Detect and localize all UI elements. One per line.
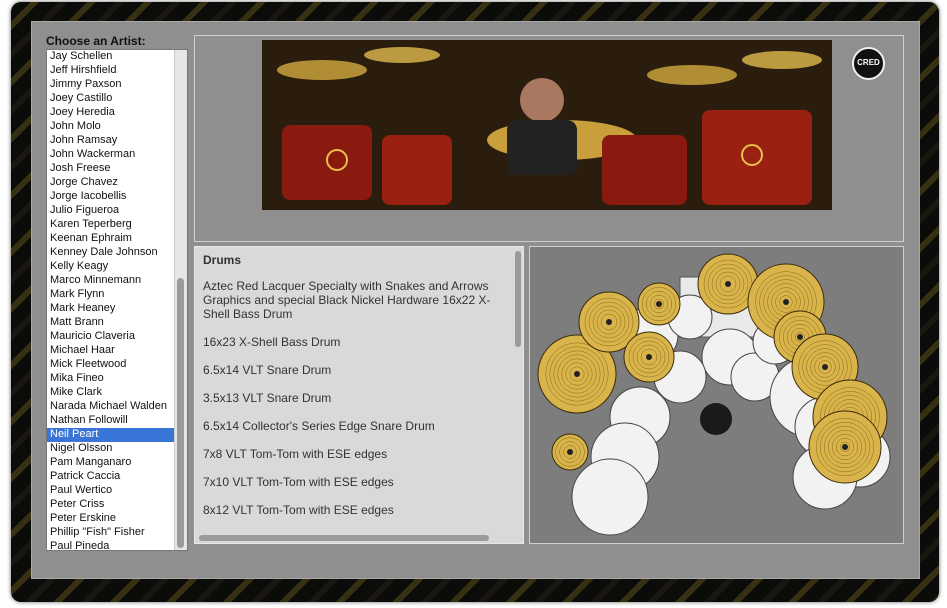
cymbal-bell [646, 354, 652, 360]
cymbal-bell [574, 371, 580, 377]
artist-list-item[interactable]: Pam Manganaro [47, 456, 174, 470]
artist-list-item[interactable]: Michael Haar [47, 344, 174, 358]
artist-list-item[interactable]: Narada Michael Walden [47, 400, 174, 414]
artist-list-item[interactable]: Nigel Olsson [47, 442, 174, 456]
artist-list-item[interactable]: John Wackerman [47, 148, 174, 162]
cymbal-bell [797, 334, 803, 340]
drum-item: 6.5x14 Collector's Series Edge Snare Dru… [203, 419, 435, 433]
artist-list-item[interactable]: Jorge Iacobellis [47, 190, 174, 204]
artist-list-item[interactable]: Kenney Dale Johnson [47, 246, 174, 260]
artist-list-item[interactable]: Jorge Chavez [47, 176, 174, 190]
cymbal-bell [783, 299, 789, 305]
artist-heading: Choose an Artist: [46, 34, 146, 48]
artist-list-item[interactable]: Mike Clark [47, 386, 174, 400]
cymbal-bell [567, 449, 573, 455]
artist-list-item[interactable]: Karen Teperberg [47, 218, 174, 232]
artist-list-item[interactable]: Mick Fleetwood [47, 358, 174, 372]
artist-list-item[interactable]: John Ramsay [47, 134, 174, 148]
drummer-photo [262, 40, 832, 210]
artist-list-item[interactable]: Julio Figueroa [47, 204, 174, 218]
throne-seat [700, 403, 732, 435]
artist-list-item[interactable]: Keenan Ephraim [47, 232, 174, 246]
drum-shell [571, 458, 649, 536]
artist-list-item[interactable]: Jimmy Paxson [47, 78, 174, 92]
drum-info-panel: Drums Aztec Red Lacquer Specialty with S… [194, 246, 524, 544]
info-horizontal-scrollbar[interactable] [199, 535, 489, 541]
cymbal-bell [725, 281, 731, 287]
artist-list-item[interactable]: Peter Erskine [47, 512, 174, 526]
drum-item: 8x12 VLT Tom-Tom with ESE edges [203, 503, 394, 517]
artist-list-item[interactable]: Matt Brann [47, 316, 174, 330]
artist-list[interactable]: Jay Schellen Jeff Hirshfield Jimmy Paxson J… [46, 49, 188, 551]
drum-item: 3.5x13 VLT Snare Drum [203, 391, 332, 405]
artist-list-item[interactable]: Mark Flynn [47, 288, 174, 302]
artist-list-item[interactable]: Mark Heaney [47, 302, 174, 316]
cred-badge-icon[interactable]: CRED [852, 47, 885, 80]
cred-badge-label: CRED [857, 58, 880, 67]
artist-list-item[interactable]: Mauricio Claveria [47, 330, 174, 344]
artist-list-item[interactable]: Neil Peart [47, 428, 174, 442]
info-vertical-scrollbar[interactable] [515, 251, 521, 347]
cymbal-bell [822, 364, 828, 370]
artist-list-item[interactable]: Phillip "Fish" Fisher [47, 526, 174, 540]
drum-item: 7x10 VLT Tom-Tom with ESE edges [203, 475, 394, 489]
kit-diagram-svg [530, 247, 903, 543]
cymbal-bell [842, 444, 848, 450]
drum-item: Aztec Red Lacquer Specialty with Snakes … [203, 279, 491, 321]
artist-list-item[interactable]: Joey Castillo [47, 92, 174, 106]
artist-list-item[interactable]: Marco Minnemann [47, 274, 174, 288]
info-title: Drums [203, 253, 242, 267]
artist-list-item[interactable]: Jay Schellen [47, 50, 174, 64]
artist-list-scroll-thumb[interactable] [177, 278, 184, 548]
artist-list-item[interactable]: Joey Heredia [47, 106, 174, 120]
artist-list-item[interactable]: Josh Freese [47, 162, 174, 176]
artist-list-item[interactable]: Mika Fineo [47, 372, 174, 386]
artist-list-item[interactable]: Paul Pineda [47, 540, 174, 550]
artist-list-item[interactable]: John Molo [47, 120, 174, 134]
artist-list-item[interactable]: Jeff Hirshfield [47, 64, 174, 78]
drum-item: 7x8 VLT Tom-Tom with ESE edges [203, 447, 388, 461]
drum-item: 6.5x14 VLT Snare Drum [203, 363, 332, 377]
drum-item: 16x23 X-Shell Bass Drum [203, 335, 341, 349]
artist-list-item[interactable]: Patrick Caccia [47, 470, 174, 484]
kit-diagram [529, 246, 904, 544]
artist-list-item[interactable]: Kelly Keagy [47, 260, 174, 274]
cymbal-bell [606, 319, 612, 325]
artist-list-item[interactable]: Paul Wertico [47, 484, 174, 498]
cymbal-bell [656, 301, 662, 307]
artist-list-item[interactable]: Nathan Followill [47, 414, 174, 428]
photo-panel: CRED [194, 35, 904, 242]
artist-list-item[interactable]: Peter Criss [47, 498, 174, 512]
artist-list-scrollbar[interactable] [174, 50, 187, 550]
